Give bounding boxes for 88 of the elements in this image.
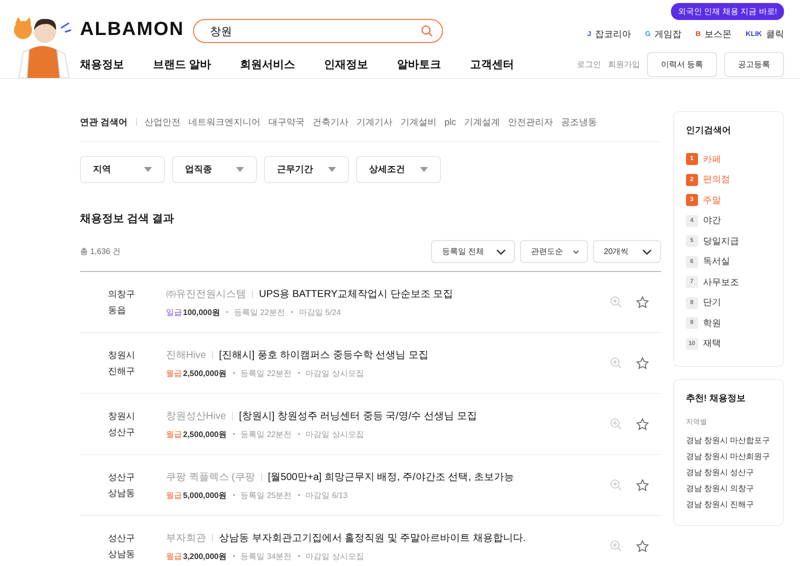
deadline: 마감일 상시모집	[306, 550, 364, 562]
caret-icon	[496, 248, 506, 254]
region-link[interactable]: 경남 창원시 성산구	[686, 465, 775, 481]
related-term[interactable]: 기계설비	[400, 116, 437, 128]
job-location: 의창구 동읍	[107, 288, 136, 317]
job-location: 성산구 상남동	[107, 532, 136, 561]
deadline: 마감일 상시모집	[306, 368, 364, 378]
related-term[interactable]: plc	[444, 117, 456, 127]
pay-amount: 100,000원	[183, 306, 220, 318]
nav-item[interactable]: 브랜드 알바	[153, 56, 212, 72]
caret-icon	[144, 167, 152, 172]
zoom-in-icon[interactable]	[610, 357, 622, 369]
posted-time: 등록일 22분전	[234, 306, 286, 318]
pay-type: 월급	[166, 550, 182, 562]
related-term[interactable]: 안전관리자	[508, 116, 554, 128]
nav-item[interactable]: 알바토크	[397, 56, 442, 72]
job-location: 창원시 진해구	[107, 349, 136, 378]
card-title: 추천! 채용정보	[686, 392, 746, 405]
search-field[interactable]: 창원	[193, 19, 443, 43]
related-term[interactable]: 기계설계	[464, 116, 500, 128]
sort-dropdown[interactable]: 관련도순	[520, 240, 588, 263]
logo[interactable]: ALBAMON	[80, 19, 193, 41]
header-button[interactable]: 이력서 등록	[646, 52, 717, 76]
nav-item[interactable]: 고객센터	[470, 56, 514, 72]
account-link[interactable]: 회원가입	[608, 58, 640, 70]
header-button[interactable]: 공고등록	[724, 52, 784, 76]
filter-dropdown[interactable]: 상세조건	[356, 156, 441, 183]
related-term[interactable]: 네트워크엔지니어	[188, 116, 261, 128]
pay-amount: 3,200,000원	[183, 550, 227, 562]
related-term[interactable]: 건축기사	[312, 116, 349, 128]
job-title[interactable]: [창원시] 창원성주 러닝센터 중등 국/영/수 선생님 모집	[239, 408, 477, 422]
search-icon[interactable]	[421, 25, 433, 37]
pay-amount: 5,000,000원	[183, 490, 227, 500]
related-term[interactable]: 기계기사	[356, 116, 393, 128]
account-link[interactable]: 로그인	[576, 58, 601, 70]
pay-type: 월급	[166, 490, 182, 500]
caret-icon	[328, 167, 336, 172]
job-title[interactable]: 상남동 부자회관고기집에서 홀정직원 및 주말아르바이트 채용합니다.	[219, 530, 526, 544]
result-count: 총 1,636 건	[80, 246, 120, 257]
zoom-in-icon[interactable]	[610, 540, 622, 552]
job-location: 성산구 상남동	[107, 471, 136, 500]
deadline: 마감일 6/13	[306, 490, 348, 500]
nav-item[interactable]: 채용정보	[80, 56, 124, 72]
star-icon[interactable]	[636, 478, 649, 492]
star-icon[interactable]	[636, 296, 649, 308]
region-link[interactable]: 경남 창원시 마산합포구	[686, 433, 775, 449]
zoom-in-icon[interactable]	[610, 479, 622, 491]
nav-item[interactable]: 인재정보	[324, 56, 368, 72]
promo-badge[interactable]: 외국인 인재 채용 지금 바로!	[670, 3, 784, 20]
deadline: 마감일 상시모집	[306, 428, 364, 440]
star-icon[interactable]	[636, 418, 649, 430]
star-icon[interactable]	[636, 540, 649, 552]
related-label: 연관 검색어	[80, 116, 128, 128]
posted-time: 등록일 25분전	[240, 490, 292, 500]
posted-time: 등록일 34분전	[240, 550, 292, 562]
pay-type: 일급	[166, 306, 182, 318]
posted-time: 등록일 22분전	[240, 428, 292, 440]
zoom-in-icon[interactable]	[610, 418, 622, 430]
related-term[interactable]: 공조냉동	[561, 116, 598, 128]
caret-icon	[420, 167, 428, 172]
job-title[interactable]: [월500만+a] 희망근무지 배정, 주/야간조 선택, 초보가능	[268, 470, 514, 484]
star-icon[interactable]	[636, 356, 649, 370]
pay-type: 월급	[166, 428, 182, 440]
caret-icon	[236, 167, 244, 172]
region-link[interactable]: 경남 창원시 의창구	[686, 481, 775, 497]
region-link[interactable]: 경남 창원시 마산회원구	[686, 449, 775, 465]
sort-dropdown[interactable]: 등록일 전체	[430, 240, 515, 263]
caret-icon	[642, 248, 652, 254]
pay-amount: 2,500,000원	[183, 368, 227, 378]
zoom-in-icon[interactable]	[610, 296, 622, 308]
nav-item[interactable]: 회원서비스	[240, 56, 296, 72]
filter-dropdown[interactable]: 업직종	[172, 156, 257, 183]
pay-amount: 2,500,000원	[183, 428, 227, 440]
posted-time: 등록일 22분전	[240, 368, 292, 378]
deadline: 마감일 5/24	[299, 306, 341, 318]
card-title: 인기검색어	[686, 124, 732, 137]
results-title: 채용정보 검색 결과	[80, 212, 176, 226]
job-location: 창원시 성산구	[107, 410, 136, 439]
related-term[interactable]: 대구약국	[268, 116, 305, 128]
filter-dropdown[interactable]: 지역	[80, 156, 165, 183]
job-title[interactable]: UPS용 BATTERY교체작업시 단순보조 모집	[259, 286, 454, 300]
sort-dropdown[interactable]: 20개씩	[592, 240, 661, 263]
filter-dropdown[interactable]: 근무기간	[264, 156, 349, 183]
job-title[interactable]: [진해시] 풍호 하이캠퍼스 중등수학 선생님 모집	[219, 348, 428, 362]
region-link[interactable]: 경남 창원시 진해구	[686, 497, 775, 513]
pay-type: 월급	[166, 368, 182, 378]
related-term[interactable]: 산업안전	[144, 116, 181, 128]
caret-icon	[572, 248, 579, 254]
